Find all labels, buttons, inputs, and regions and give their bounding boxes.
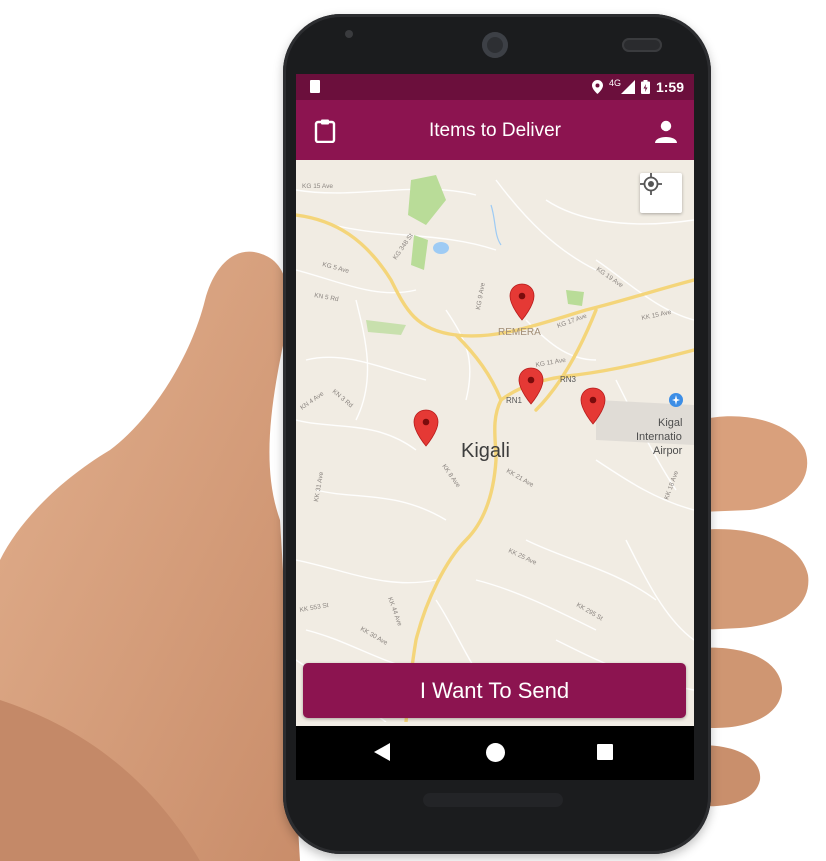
bottom-speaker <box>423 793 563 807</box>
road-label: KK 15 Ave <box>641 309 672 322</box>
android-nav-bar <box>296 726 694 780</box>
road-label: KG 5 Ave <box>321 261 350 275</box>
app-bar-title: Items to Deliver <box>429 120 561 141</box>
person-icon[interactable] <box>654 119 678 148</box>
map-canvas: KG 15 Ave KG 5 Ave KN 5 Rd KG 348 St KG … <box>296 175 694 722</box>
water-body <box>433 242 449 254</box>
home-circle-icon[interactable] <box>486 743 505 762</box>
park-area <box>566 290 584 306</box>
recent-square-icon[interactable] <box>597 744 613 760</box>
city-label: Kigali <box>461 440 510 462</box>
road-label-rn3: RN3 <box>560 375 577 384</box>
front-camera <box>482 32 508 58</box>
road-label: KK 8 Ave <box>440 463 461 489</box>
road-label: KK 21 Ave <box>505 468 535 489</box>
road-label: KN 4 Ave <box>299 390 325 411</box>
my-location-icon <box>640 173 662 195</box>
park-area <box>408 175 446 225</box>
road-label: KN 5 Rd <box>314 292 340 303</box>
road-label: KK 553 St <box>299 602 329 614</box>
road-label: KK 25 Ave <box>507 547 538 566</box>
signal-icon <box>620 80 635 94</box>
sensor-dot <box>345 30 353 38</box>
road-label: KK 295 St <box>575 602 604 623</box>
road-label: KK 30 Ave <box>359 626 389 647</box>
battery-icon <box>640 80 650 94</box>
road-label: KG 15 Ave <box>302 183 333 190</box>
airport-label: Airpor <box>653 445 683 457</box>
road-label: KK 44 Ave <box>386 596 403 627</box>
road-label: KG 11 Ave <box>535 357 567 369</box>
phone-screen: 4G 1:59 Items to Deliver KG 15 Ave KG 5 … <box>296 74 694 780</box>
airport-label: Internatio <box>636 431 682 443</box>
delivery-marker[interactable] <box>413 409 439 447</box>
park-area <box>411 235 428 270</box>
i-want-to-send-button[interactable]: I Want To Send <box>303 663 686 718</box>
earpiece <box>622 38 662 52</box>
road-label: KN 3 Rd <box>331 388 355 409</box>
road-label: KK 31 Ave <box>313 471 325 502</box>
road-label-rn1: RN1 <box>506 396 523 405</box>
delivery-marker[interactable] <box>509 283 535 321</box>
delivery-marker[interactable] <box>518 367 544 405</box>
airport-label: Kigal <box>658 417 682 429</box>
location-icon <box>591 80 603 94</box>
major-road <box>454 333 503 402</box>
major-road <box>296 213 694 338</box>
district-label: REMERA <box>498 327 541 338</box>
app-bar: Items to Deliver <box>296 100 694 160</box>
road-label: KG 348 St <box>392 232 415 261</box>
sd-card-icon <box>310 80 320 93</box>
park-area <box>366 320 406 335</box>
network-type: 4G <box>608 78 621 88</box>
road-label: KG 9 Ave <box>475 282 487 311</box>
map-view[interactable]: KG 15 Ave KG 5 Ave KN 5 Rd KG 348 St KG … <box>296 160 694 722</box>
back-triangle-icon[interactable] <box>374 743 390 761</box>
status-bar: 4G 1:59 <box>296 74 694 100</box>
status-time: 1:59 <box>655 79 684 95</box>
my-location-button[interactable] <box>640 173 682 213</box>
